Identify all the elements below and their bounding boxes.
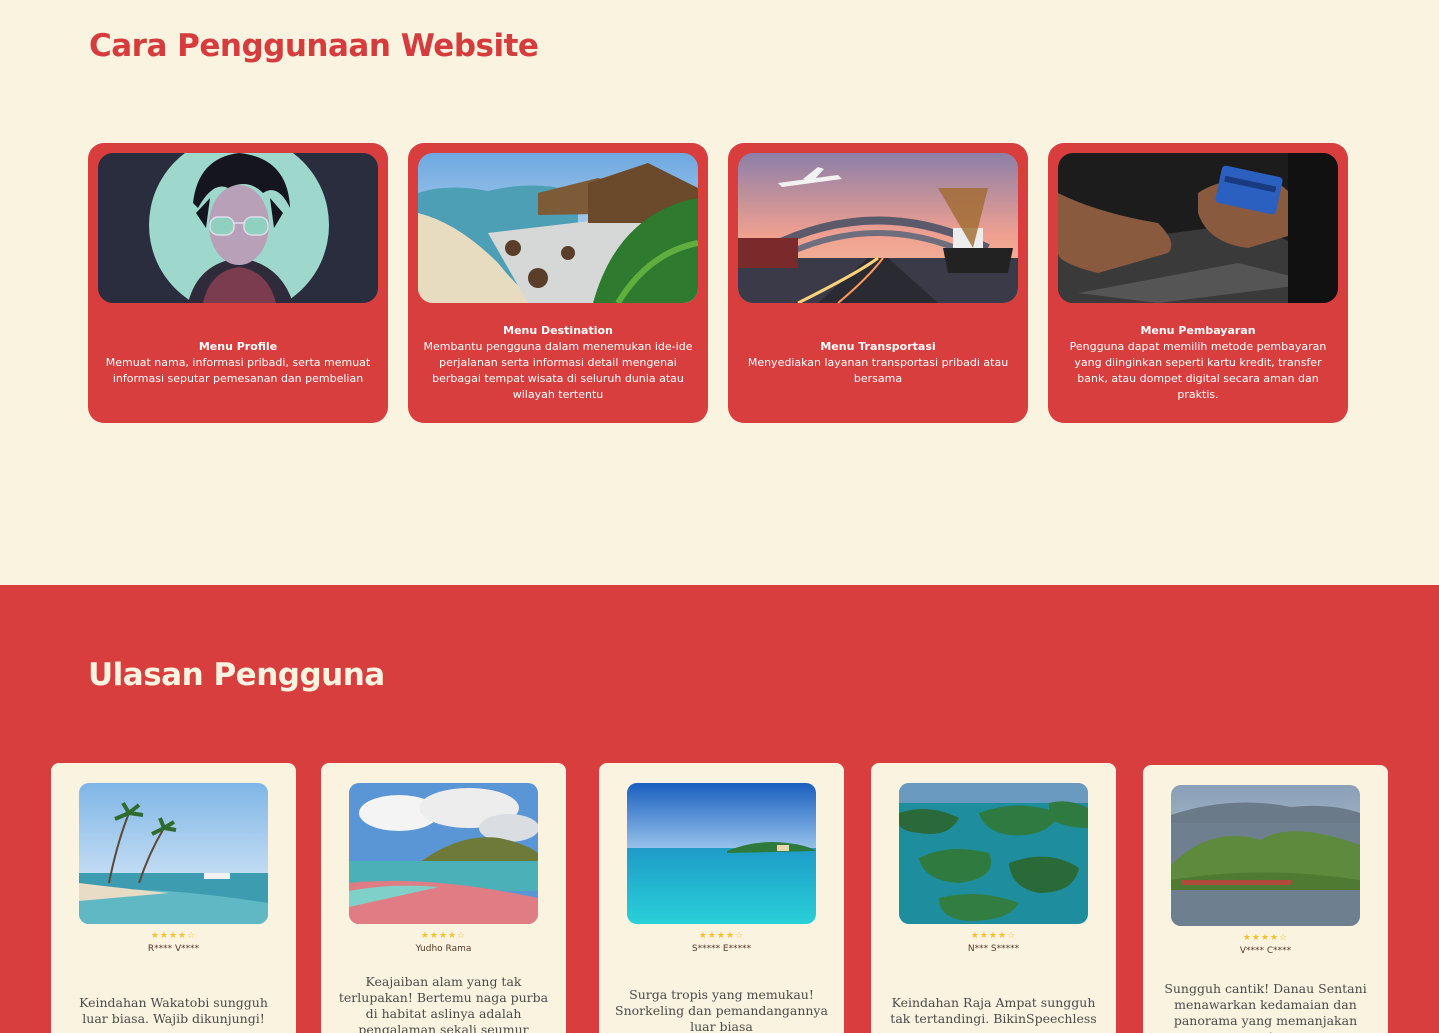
profile-avatar-image [98, 153, 378, 303]
review-card[interactable]: ★★★★☆ N*** S***** Keindahan Raja Ampat s… [871, 763, 1116, 1033]
review-card[interactable]: ★★★★☆ R**** V**** Keindahan Wakatobi sun… [51, 763, 296, 1033]
review-section-title: Ulasan Pengguna [88, 657, 385, 693]
transportation-image [738, 153, 1018, 303]
menu-card-profile[interactable]: Menu Profile Memuat nama, informasi prib… [88, 143, 388, 423]
review-card[interactable]: ★★★★☆ Yudho Rama Keajaiban alam yang tak… [321, 763, 566, 1033]
credit-card-payment-image [1058, 153, 1338, 303]
reviewer-name: V**** C**** [1239, 946, 1292, 956]
menu-card-title: Menu Destination [503, 324, 613, 337]
review-text: Keindahan Wakatobi sungguh luar biasa. W… [67, 968, 280, 1033]
usage-section-title: Cara Penggunaan Website [89, 28, 539, 64]
pink-beach-image [349, 783, 538, 924]
menu-card-text: Menu Destination Membantu pengguna dalam… [418, 303, 698, 423]
menu-card-description: Membantu pengguna dalam menemukan ide-id… [423, 340, 693, 401]
review-text: Keajaiban alam yang tak terlupakan! Bert… [337, 968, 550, 1033]
menu-card-description: Pengguna dapat memilih metode pembayaran… [1069, 340, 1327, 401]
menu-card-pembayaran[interactable]: Menu Pembayaran Pengguna dapat memilih m… [1048, 143, 1348, 423]
review-text-content: Sungguh cantik! Danau Sentani menawarkan… [1164, 980, 1367, 1033]
menu-card-description: Memuat nama, informasi pribadi, serta me… [105, 356, 371, 385]
menu-card-text: Menu Profile Memuat nama, informasi prib… [98, 303, 378, 423]
review-card[interactable]: ★★★★☆ S***** E***** Surga tropis yang me… [599, 763, 844, 1033]
usage-section: Cara Penggunaan Website Menu Profile Mem… [0, 0, 1439, 585]
review-text: Surga tropis yang memukau! Snorkeling da… [615, 968, 828, 1033]
review-text-content: Keajaiban alam yang tak terlupakan! Bert… [338, 974, 549, 1033]
wakatobi-beach-image [79, 783, 268, 924]
review-text-content: Surga tropis yang memukau! Snorkeling da… [615, 986, 828, 1033]
review-text-content: Keindahan Wakatobi sungguh luar biasa. W… [79, 994, 268, 1026]
reviewer-name: N*** S***** [967, 944, 1020, 954]
menu-card-transportasi[interactable]: Menu Transportasi Menyediakan layanan tr… [728, 143, 1028, 423]
review-text-content: Keindahan Raja Ampat sungguh tak tertand… [890, 994, 1097, 1026]
danau-sentani-image [1171, 785, 1360, 926]
menu-card-title: Menu Transportasi [820, 340, 936, 353]
rating-stars: ★★★★☆ [698, 931, 745, 941]
reviewer-name: R**** V**** [147, 944, 200, 954]
menu-card-text: Menu Transportasi Menyediakan layanan tr… [738, 303, 1018, 423]
rating-stars: ★★★★☆ [150, 931, 197, 941]
gili-island-image [627, 783, 816, 924]
rating-stars: ★★★★☆ [420, 931, 467, 941]
reviewer-name: S***** E***** [691, 944, 752, 954]
menu-card-description: Menyediakan layanan transportasi pribadi… [747, 356, 1009, 385]
review-text: Sungguh cantik! Danau Sentani menawarkan… [1159, 970, 1372, 1033]
menu-card-text: Menu Pembayaran Pengguna dapat memilih m… [1058, 303, 1338, 423]
review-section: Ulasan Pengguna ★★★★☆ R**** V**** Keinda… [0, 585, 1439, 1033]
reviewer-name: Yudho Rama [415, 944, 472, 954]
menu-card-destination[interactable]: Menu Destination Membantu pengguna dalam… [408, 143, 708, 423]
menu-card-title: Menu Profile [198, 340, 278, 353]
review-card[interactable]: ★★★★☆ V**** C**** Sungguh cantik! Danau … [1143, 765, 1388, 1033]
rating-stars: ★★★★☆ [970, 931, 1017, 941]
rating-stars: ★★★★☆ [1242, 933, 1289, 943]
review-text: Keindahan Raja Ampat sungguh tak tertand… [887, 968, 1100, 1033]
menu-card-title: Menu Pembayaran [1140, 324, 1256, 337]
raja-ampat-image [899, 783, 1088, 924]
beach-resort-image [418, 153, 698, 303]
